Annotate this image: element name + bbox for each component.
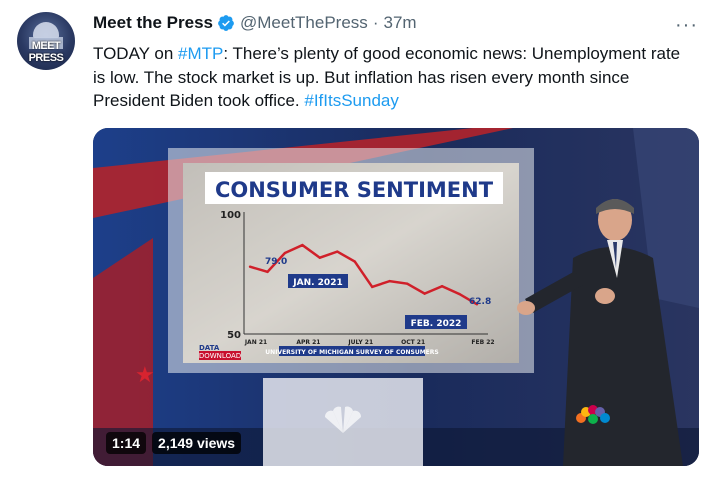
- x-tick-label: JULY 21: [347, 339, 373, 346]
- hashtag-link[interactable]: #IfItsSunday: [304, 91, 399, 110]
- y-axis-top-label: 100: [220, 210, 241, 221]
- data-point: [371, 285, 374, 289]
- start-date-label: JAN. 2021: [292, 278, 342, 288]
- avatar[interactable]: MEET PRESS: [17, 12, 75, 70]
- data-point: [440, 285, 444, 288]
- video-time: 1:14: [106, 432, 147, 454]
- start-value-label: 79.0: [265, 257, 287, 267]
- end-date-label: FEB. 2022: [411, 319, 462, 329]
- data-point: [458, 292, 461, 296]
- video-overlay: 1:14 2,149 views: [106, 432, 242, 454]
- avatar-logo-text: MEET PRESS: [28, 40, 64, 64]
- data-point: [388, 279, 391, 283]
- data-point: [266, 270, 269, 274]
- data-point: [283, 251, 287, 255]
- tweet-timestamp[interactable]: 37m: [383, 13, 416, 33]
- hashtag-link[interactable]: #MTP: [178, 44, 223, 63]
- more-options-icon[interactable]: ···: [675, 14, 698, 37]
- x-tick-label: APR 21: [296, 339, 320, 346]
- data-point: [423, 292, 426, 295]
- star-icon: ★: [135, 363, 155, 388]
- x-tick-label: FEB 22: [471, 339, 494, 346]
- data-point: [336, 250, 339, 253]
- source-label: UNIVERSITY OF MICHIGAN SURVEY OF CONSUME…: [265, 349, 438, 356]
- screen-title: CONSUMER SENTIMENT: [215, 178, 494, 202]
- data-label: DATA: [199, 344, 220, 352]
- view-count: 2,149 views: [152, 432, 242, 454]
- data-point: [405, 282, 409, 285]
- author-handle[interactable]: @MeetThePress: [240, 13, 368, 33]
- data-point: [318, 256, 322, 259]
- separator-dot: ·: [372, 13, 379, 32]
- y-axis-bottom-label: 50: [227, 330, 241, 341]
- video-frame: ★ CONSUMER SENTIMENT 100 50 JAN 21 APR 21…: [93, 128, 699, 466]
- download-label: DOWNLOAD: [199, 352, 241, 360]
- tweet-text: TODAY on #MTP: There’s plenty of good ec…: [93, 42, 693, 113]
- capitol-dome-graphic: [33, 22, 59, 38]
- author-name[interactable]: Meet the Press: [93, 13, 213, 33]
- data-point: [248, 265, 252, 268]
- data-point: [301, 243, 304, 247]
- verified-badge-icon: [218, 15, 234, 31]
- x-tick-label: JAN 21: [244, 339, 267, 346]
- tweet-header: Meet the Press @MeetThePress · 37m: [93, 12, 417, 34]
- data-point: [353, 260, 356, 263]
- end-value-label: 62.8: [469, 297, 491, 307]
- tweet-text-part: TODAY on: [93, 44, 179, 63]
- video-player[interactable]: ★ CONSUMER SENTIMENT 100 50 JAN 21 APR 21…: [93, 128, 699, 466]
- x-tick-label: OCT 21: [401, 339, 425, 346]
